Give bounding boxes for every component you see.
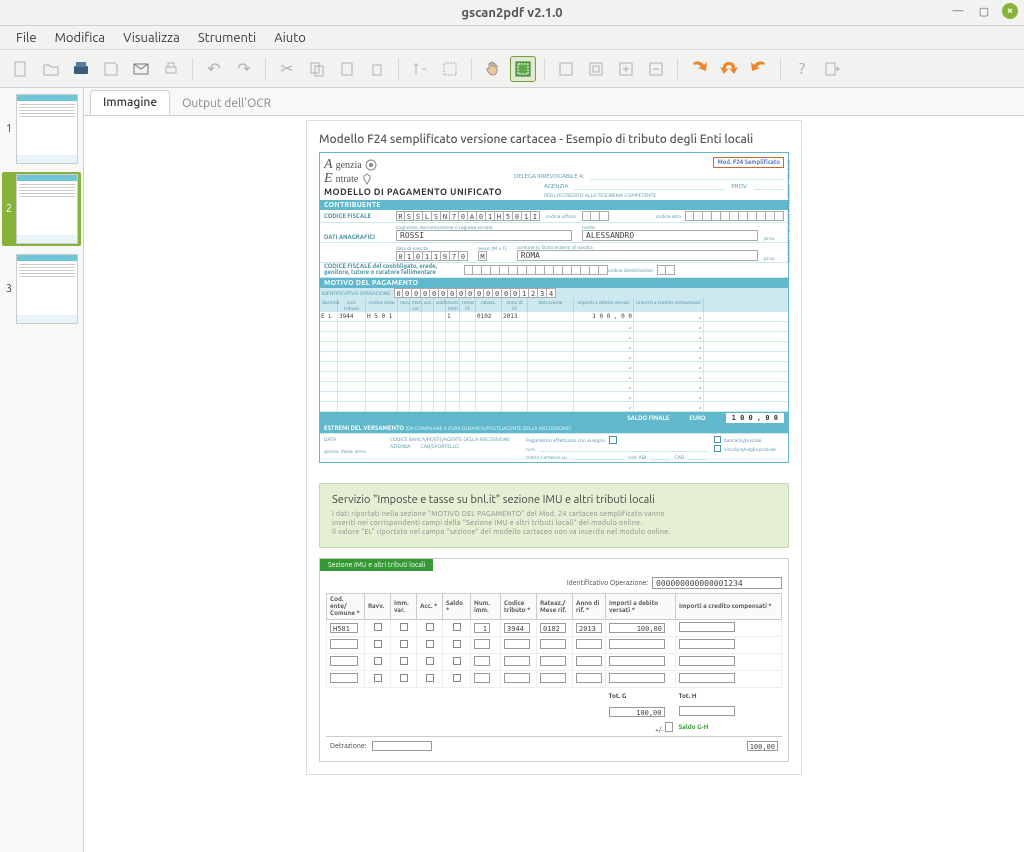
window-title: gscan2pdf v2.1.0 xyxy=(461,6,562,20)
select-icon[interactable] xyxy=(510,56,536,82)
new-icon[interactable] xyxy=(8,56,34,82)
online-id-input: 000000000000001234 xyxy=(652,577,782,589)
copy-icon[interactable] xyxy=(304,56,330,82)
cut-icon[interactable]: ✂ xyxy=(274,56,300,82)
online-row-3 xyxy=(327,654,782,671)
redo-icon[interactable]: ↷ xyxy=(231,56,257,82)
menu-help[interactable]: Aiuto xyxy=(266,28,314,48)
section-contribuente: CONTRIBUENTE xyxy=(320,200,788,210)
zoomout-icon[interactable] xyxy=(643,56,669,82)
tab-image[interactable]: Immagine xyxy=(90,90,170,115)
selectall-icon[interactable] xyxy=(437,56,463,82)
note-box: Servizio "Imposte e tasse su bnl.it" sez… xyxy=(319,483,789,548)
thumbnail-2[interactable]: 2 xyxy=(2,172,81,246)
online-tab: Sezione IMU e altri tributi locali xyxy=(320,559,433,571)
menu-view[interactable]: Visualizza xyxy=(115,28,188,48)
maximize-button[interactable]: ▢ xyxy=(976,3,992,19)
hand-icon[interactable] xyxy=(480,56,506,82)
detrazione-input xyxy=(372,741,432,751)
online-row-1: H501 1 3944 0102 2013 100,00 xyxy=(327,620,782,637)
renumber-icon[interactable] xyxy=(407,56,433,82)
f24-title: MODELLO DI PAGAMENTO UNIFICATO xyxy=(324,187,502,197)
section-estremi: ESTREMI DEL VERSAMENTO (DA COMPILARE A C… xyxy=(320,424,788,433)
close-button[interactable]: × xyxy=(1002,3,1018,19)
rotate-180-icon[interactable] xyxy=(716,56,742,82)
rotate-ccw-icon[interactable] xyxy=(746,56,772,82)
delete-icon[interactable] xyxy=(364,56,390,82)
open-icon[interactable] xyxy=(38,56,64,82)
menu-edit[interactable]: Modifica xyxy=(47,28,113,48)
minimize-button[interactable]: — xyxy=(950,3,966,19)
view-tabs: Immagine Output dell'OCR xyxy=(84,88,1024,116)
zoomin-icon[interactable] xyxy=(613,56,639,82)
title-bar: gscan2pdf v2.1.0 — ▢ × xyxy=(0,0,1024,26)
scanned-page: Modello F24 semplificato versione cartac… xyxy=(306,120,802,775)
undo-icon[interactable]: ↶ xyxy=(201,56,227,82)
thumbnail-3[interactable]: 3 xyxy=(2,252,81,326)
thumbnail-panel: 1 2 3 xyxy=(0,88,84,852)
section-motivo: MOTIVO DEL PAGAMENTO xyxy=(320,278,788,288)
note-title: Servizio "Imposte e tasse su bnl.it" sez… xyxy=(332,494,776,506)
scan-icon[interactable] xyxy=(68,56,94,82)
zoomfit-icon[interactable] xyxy=(583,56,609,82)
paste-icon[interactable] xyxy=(334,56,360,82)
payment-row-1: E L 3944 H 5 0 1 1 0102 2013 1 0 0 , 0 0 xyxy=(320,312,788,322)
quit-icon[interactable] xyxy=(819,56,845,82)
zoom100-icon[interactable] xyxy=(553,56,579,82)
f24-badge: Mod. F24 Semplificato xyxy=(713,157,784,168)
email-icon[interactable] xyxy=(128,56,154,82)
toolbar: ↶ ↷ ✂ ? xyxy=(0,50,1024,88)
print-icon[interactable] xyxy=(158,56,184,82)
saldo-row: SALDO FINALE EURO 1 0 0 , 0 0 xyxy=(320,412,788,424)
online-row-2 xyxy=(327,637,782,654)
save-icon[interactable] xyxy=(98,56,124,82)
menu-tools[interactable]: Strumenti xyxy=(190,28,264,48)
online-section: Sezione IMU e altri tributi locali Ident… xyxy=(319,558,789,762)
rotate-cw-icon[interactable] xyxy=(686,56,712,82)
image-view[interactable]: Modello F24 semplificato versione cartac… xyxy=(84,116,1024,852)
f24-form: Agenzia Entrate MODELLO DI PAGAMENTO UNI… xyxy=(319,152,789,463)
help-icon[interactable]: ? xyxy=(789,56,815,82)
menu-bar: File Modifica Visualizza Strumenti Aiuto xyxy=(0,26,1024,50)
page-heading: Modello F24 semplificato versione cartac… xyxy=(319,133,789,146)
saldo-gh-value: 100,00 xyxy=(747,741,778,751)
online-table: Cod. ente/ Comune * Ravv. Imm. var. Acc.… xyxy=(326,593,782,736)
online-row-4 xyxy=(327,671,782,688)
menu-file[interactable]: File xyxy=(8,28,45,48)
tab-ocr[interactable]: Output dell'OCR xyxy=(170,92,283,115)
thumbnail-1[interactable]: 1 xyxy=(2,92,81,166)
entrate-logo: Entrate xyxy=(324,171,502,187)
